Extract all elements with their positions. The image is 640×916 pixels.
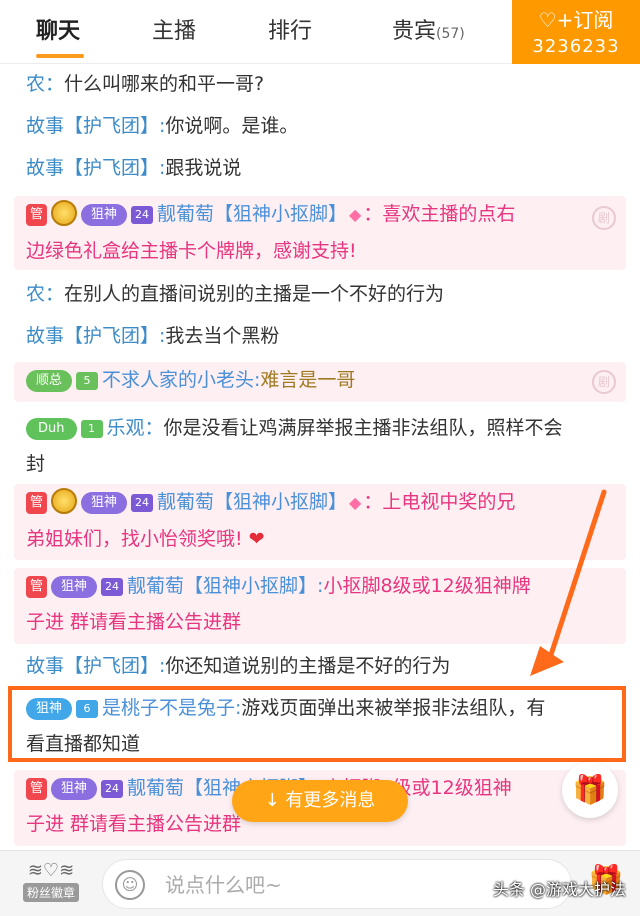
medal-icon [51,200,78,226]
chat-message-highlighted: 管狙神 24 靓葡萄【狙神小抠脚】:小抠脚8级或12级狙神牌 子进 群请看主播公告进… [14,568,626,644]
chat-message-highlighted: 管 狙神 24 靓葡萄【狙神小抠脚】 ◆ ：喜欢主播的点右 边绿色礼盒给主播卡个牌牌，感谢… [14,196,626,270]
level-badge: 24 [101,780,124,798]
message-text: ：上电视中奖的兄 [363,491,516,513]
message-text-continued: 弟姐妹们，找小怡领奖哦! [26,528,243,550]
chat-message: 故事【护飞团】:你还知道说别的主播是不好的行为 [14,648,626,684]
active-tab-indicator [36,54,84,58]
tab-chat-label: 聊天 [36,19,81,44]
fan-badge: 顺总 [26,370,73,392]
wings-icon: ≋♡≋ [27,860,75,881]
message-text: 我去当个黑粉 [165,325,280,347]
level-badge: 5 [76,372,99,390]
chat-message: 农：什么叫哪来的和平一哥? [14,66,626,102]
message-text: 小抠脚8级或12级狙神牌 [323,575,531,597]
chat-message: 故事【护飞团】:我去当个黑粉 [14,318,626,354]
fan-badge: Duh [26,418,77,440]
message-text: 你说啊。是谁。 [165,115,299,137]
heart-icon: ❤ [248,528,265,550]
fan-badge: 狙神 [81,492,128,514]
sword-icon: 剧 [592,206,616,230]
admin-badge: 管 [26,204,48,226]
message-text: 什么叫哪来的和平一哥? [64,73,265,95]
fan-badge-label: 粉丝徽章 [22,883,79,902]
message-text: ：喜欢主播的点右 [363,203,516,225]
tab-vip[interactable]: 贵宾(57) [392,0,465,64]
chat-input-placeholder: 说点什么吧~ [165,873,282,897]
medal-icon [51,488,78,514]
message-nick[interactable]: 农： [26,73,64,95]
message-nick[interactable]: 靓葡萄【狙神小抠脚】: [127,575,323,597]
message-text: 跟我说说 [165,157,242,179]
admin-badge: 管 [26,778,48,800]
message-text: 你还知道说别的主播是不好的行为 [165,655,451,677]
fan-badge: 狙神 [51,576,98,598]
chat-message-highlighted: 顺总 5 不求人家的小老头:难言是一哥 剧 [14,362,626,402]
subscribe-heart-icon: ♡+ [538,8,574,32]
chat-message-highlighted: 管 狙神 24 靓葡萄【狙神小抠脚】 ◆ ：上电视中奖的兄 弟姐妹们，找小怡领奖哦! ❤ [14,484,626,560]
message-text-continued: 子进 群请看主播公告进群 [26,813,242,835]
message-nick[interactable]: 农： [26,283,64,305]
admin-badge: 管 [26,576,48,598]
watermark: 头条 @游戏大护法 [492,880,626,899]
message-nick[interactable]: 靓葡萄【狙神小抠脚】 [157,203,347,225]
tab-vip-count: (57) [436,26,465,42]
top-tab-bar: 聊天 主播 排行 贵宾(57) ♡+订阅 3236233 [0,0,640,64]
message-text: 在别人的直播间说别的主播是一个不好的行为 [64,283,445,305]
gift-box-icon[interactable]: 🎁 [562,762,618,818]
tab-anchor[interactable]: 主播 [152,0,196,64]
message-nick[interactable]: 乐观： [107,417,164,439]
chat-message: 故事【护飞团】:跟我说说 [14,150,626,186]
message-nick[interactable]: 故事【护飞团】: [26,115,165,137]
message-nick[interactable]: 故事【护飞团】: [26,157,165,179]
message-text: 难言是一哥 [260,369,356,391]
emoji-icon[interactable]: ☺ [115,870,145,900]
message-text-continued: 封 [26,453,46,475]
chat-message: 故事【护飞团】:你说啊。是谁。 [14,108,626,144]
arrow-down-icon: ↓ [264,790,280,811]
message-nick[interactable]: 故事【护飞团】: [26,655,165,677]
admin-badge: 管 [26,492,48,514]
sword-icon: 剧 [592,370,616,394]
tab-anchor-label: 主播 [152,19,197,44]
chat-message: Duh 1 乐观：你是没看让鸡满屏举报主播非法组队，照样不会 封 [14,410,626,482]
level-badge: 24 [131,206,154,224]
fan-badge: 狙神 [51,778,98,800]
more-messages-label: 有更多消息 [285,790,376,811]
fan-badge-button[interactable]: ≋♡≋ 粉丝徽章 [14,861,88,907]
message-text: 你是没看让鸡满屏举报主播非法组队，照样不会 [163,417,563,439]
level-badge: 24 [131,494,154,512]
message-text-continued: 子进 群请看主播公告进群 [26,611,242,633]
more-messages-button[interactable]: ↓ 有更多消息 [232,780,408,822]
chat-message: 农：在别人的直播间说别的主播是一个不好的行为 [14,276,626,312]
message-nick[interactable]: 不求人家的小老头: [102,369,260,391]
message-text-continued: 边绿色礼盒给主播卡个牌牌，感谢支持! [26,240,357,262]
highlight-frame [8,686,626,762]
diamond-icon: ◆ [349,493,362,512]
subscribe-button[interactable]: ♡+订阅 3236233 [512,0,640,64]
level-badge: 24 [101,578,124,596]
subscribe-label: 订阅 [573,8,614,32]
fan-badge: 狙神 [81,204,128,226]
level-badge: 1 [80,420,103,438]
tab-ranking-label: 排行 [268,19,313,44]
subscriber-count: 3236233 [532,36,620,57]
diamond-icon: ◆ [349,205,362,224]
tab-vip-label: 贵宾 [392,19,437,44]
message-nick[interactable]: 靓葡萄【狙神小抠脚】 [157,491,347,513]
message-nick[interactable]: 故事【护飞团】: [26,325,165,347]
tab-ranking[interactable]: 排行 [268,0,312,64]
